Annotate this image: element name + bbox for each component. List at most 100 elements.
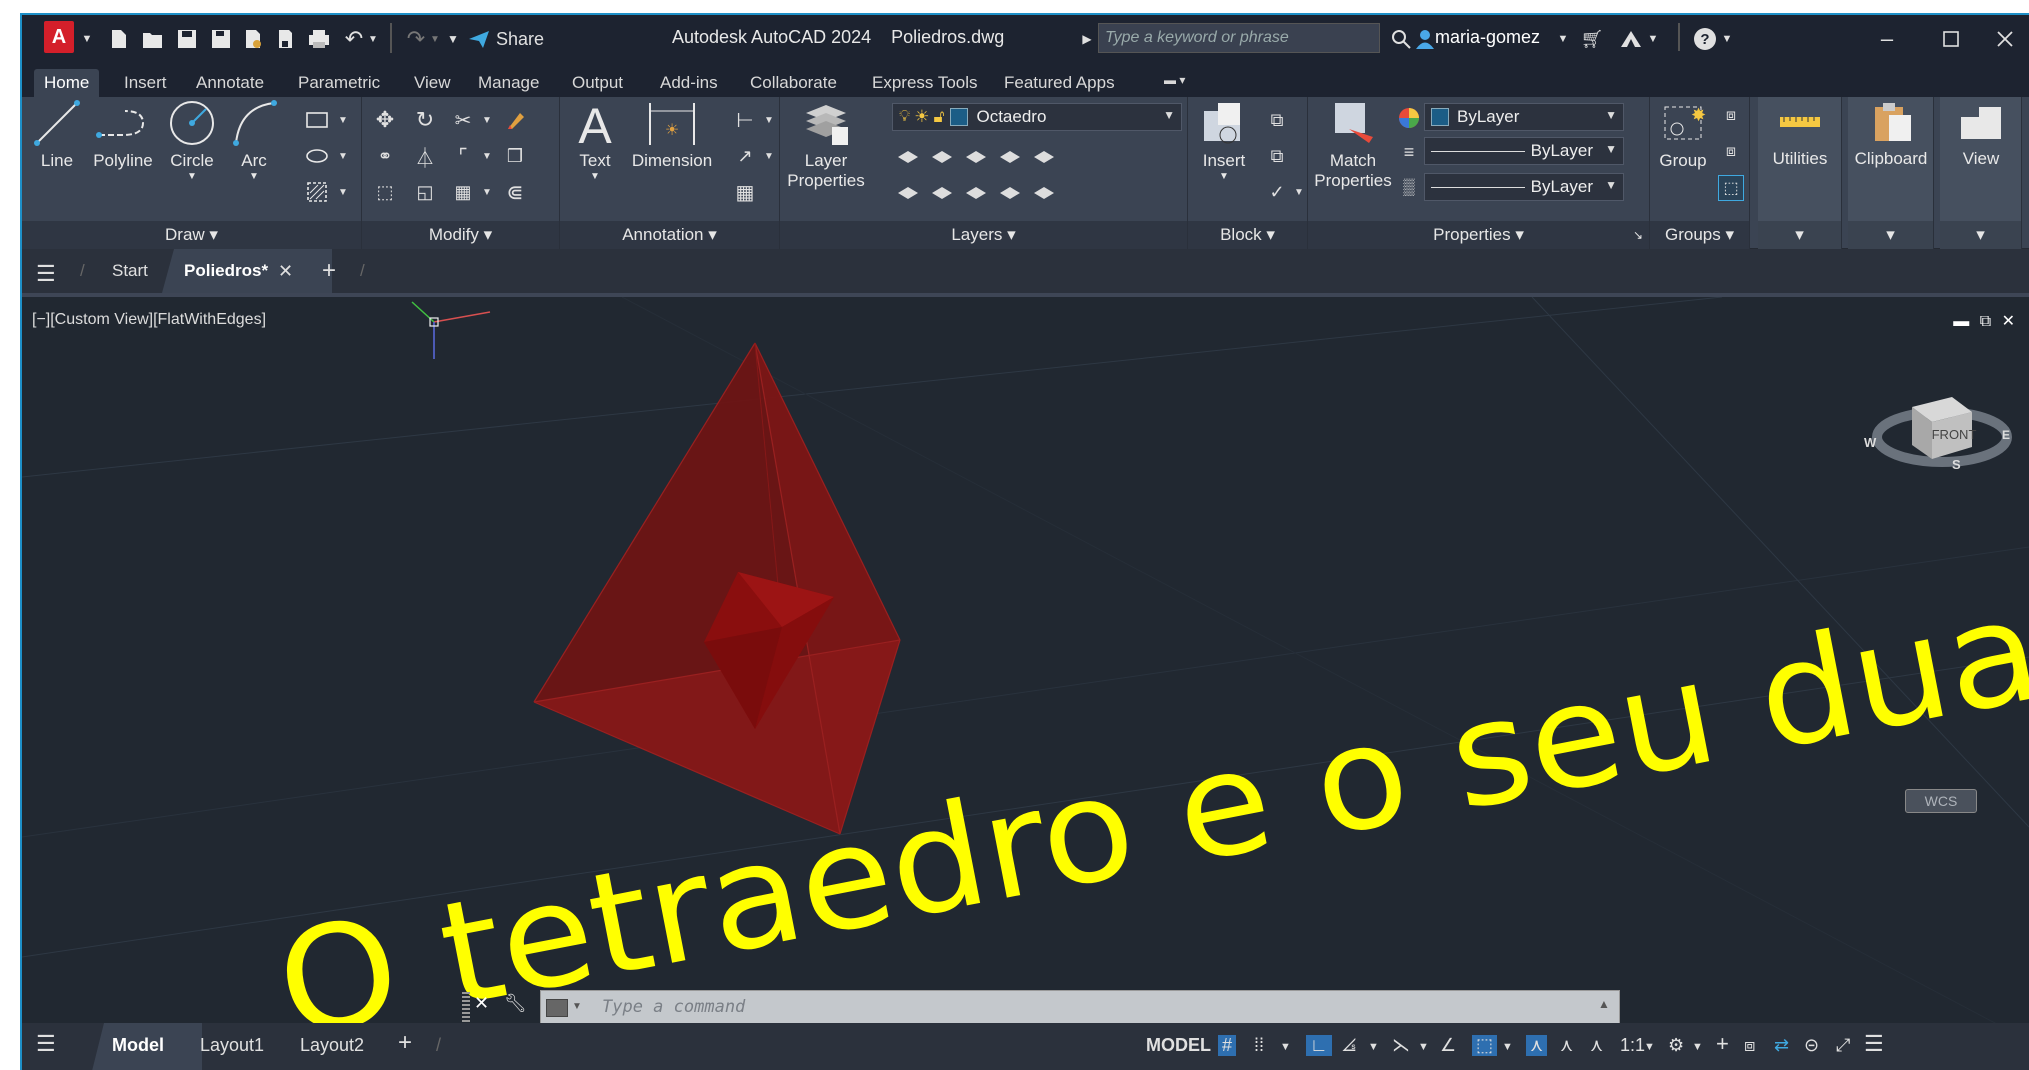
scale-value[interactable]: 1:1 [1620,1035,1645,1056]
polar-icon[interactable]: ⦞ [1342,1035,1356,1056]
layout-tabs-menu-icon[interactable]: ☰ [36,1031,56,1057]
ellipse-chevron-icon[interactable]: ▼ [330,143,356,169]
mirror-icon[interactable]: ⏃ [412,143,438,170]
fullscreen-icon[interactable]: ⤢ [1836,1035,1850,1056]
user-icon[interactable] [1414,23,1436,55]
tab-featured-apps[interactable]: Featured Apps [994,69,1125,97]
grid-icon[interactable]: # [1218,1035,1237,1056]
osnap-chevron-icon[interactable]: ▼ [1502,1041,1513,1053]
viewport-restore-icon[interactable]: ⧉ [1980,313,1991,330]
draw-panel-title[interactable]: Draw ▾ [22,221,361,249]
ribbon-minimize-icon[interactable]: ▬ ▾ [1154,69,1195,97]
model-space-toggle[interactable]: MODEL [1146,1035,1211,1056]
undo-icon[interactable]: ↶ [340,23,368,55]
layer-thaw-icon[interactable] [962,179,988,205]
lock-ui-icon[interactable]: ⊝ [1804,1035,1819,1056]
properties-panel-title[interactable]: Properties ▾ ↘ [1308,221,1649,249]
tab-home[interactable]: Home [34,69,100,97]
command-customize-icon[interactable]: 🔧︎ [504,993,527,1014]
units-icon[interactable]: ⧈ [1744,1035,1755,1056]
block-panel-title[interactable]: Block ▾ [1188,221,1307,249]
insert-button[interactable]: Insert ▼ [1194,99,1254,182]
modify-panel-title[interactable]: Modify ▾ [362,221,559,249]
file-tab-start[interactable]: Start [112,261,148,281]
leader-chevron-icon[interactable]: ▼ [756,143,782,169]
hatch-chevron-icon[interactable]: ▼ [330,179,356,205]
autoscale-icon[interactable]: ⋏ [1560,1035,1573,1056]
array-icon[interactable]: ▦ [450,179,476,205]
ortho-icon[interactable]: ∟ [1306,1035,1332,1056]
layout-tab-model[interactable]: Model [112,1035,164,1056]
autocad-logo-button[interactable]: A [44,21,74,53]
search-expand-icon[interactable]: ▶ [1080,23,1094,55]
layer-on-all-icon[interactable] [894,179,920,205]
workspace-chevron-icon[interactable]: ▼ [1692,1041,1703,1053]
customization-menu-icon[interactable]: ☰ [1864,1031,1884,1057]
file-tab-poliedros[interactable]: Poliedros* [184,261,268,281]
scale-chevron-icon[interactable]: ▼ [1644,1041,1655,1053]
color-dropdown[interactable]: ByLayer ▼ [1424,103,1624,131]
iso-chevron-icon[interactable]: ▼ [1418,1041,1429,1053]
layer-freeze-vp-icon[interactable] [962,143,988,169]
autodesk-account-icon[interactable] [1616,23,1646,55]
match-layer-icon[interactable] [1030,179,1056,205]
plot-icon[interactable] [306,23,332,55]
arc-button[interactable]: Arc ▼ [226,99,282,182]
linear-dim-chevron-icon[interactable]: ▼ [756,107,782,133]
minimize-icon[interactable]: – [1872,23,1902,55]
layer-isolate-icon[interactable] [928,143,954,169]
circle-button[interactable]: Circle ▼ [164,99,220,182]
layer-off-icon[interactable] [894,143,920,169]
fillet-icon[interactable]: ⌜ [450,143,476,169]
wcs-menu-button[interactable]: WCS [1905,789,1977,813]
polyline-button[interactable]: Polyline [88,99,158,171]
erase-icon[interactable] [502,107,528,133]
view-panel[interactable]: View ▾ [1940,97,2022,249]
tab-express-tools[interactable]: Express Tools [862,69,988,97]
clipboard-panel[interactable]: Clipboard ▾ [1848,97,1934,249]
clipboard-chevron-icon[interactable]: ▾ [1848,221,1933,249]
redo-chevron-icon[interactable]: ▼ [428,23,442,55]
file-tabs-menu-icon[interactable]: ☰ [36,261,56,287]
maximize-icon[interactable] [1936,23,1966,55]
tab-annotate[interactable]: Annotate [186,69,274,97]
explode-icon[interactable]: ❒ [502,143,528,169]
recent-commands-chevron-icon[interactable]: ▼ [572,1001,582,1012]
save-icon[interactable] [174,23,200,55]
close-tab-icon[interactable]: ✕ [278,261,293,282]
tab-collaborate[interactable]: Collaborate [740,69,847,97]
tab-add-ins[interactable]: Add-ins [650,69,728,97]
command-prompt-icon[interactable] [546,999,568,1017]
drawing-viewport[interactable]: FRONT W S E O tetraedro e o seu dua [−][… [22,297,2029,1041]
utilities-button[interactable]: Utilities [1762,101,1838,169]
snap-chevron-icon[interactable]: ▼ [1280,1041,1291,1053]
create-block-icon[interactable]: ⧉ [1264,107,1290,133]
utilities-panel[interactable]: Utilities ▾ [1758,97,1842,249]
viewport-minimize-icon[interactable]: ▬ [1953,313,1969,330]
viewport-controls-label[interactable]: [−][Custom View][FlatWithEdges] [32,311,266,329]
command-close-icon[interactable]: ✕ [474,993,489,1014]
iso-draft-icon[interactable]: ⋋ [1392,1035,1410,1056]
offset-icon[interactable]: ⋐ [502,179,528,205]
copy-icon[interactable]: ⚭ [372,143,398,169]
tab-view[interactable]: View [404,69,461,97]
osnap-icon[interactable]: ⬚ [1472,1035,1498,1056]
command-line-grip[interactable] [462,992,470,1022]
group-edit-icon[interactable]: ⧈ [1718,139,1744,165]
layer-unisolate-icon[interactable] [928,179,954,205]
polar-chevron-icon[interactable]: ▼ [1368,1041,1379,1053]
command-input[interactable]: Type a command [602,997,745,1017]
rectangle-icon[interactable] [304,107,330,133]
account-chevron-icon[interactable]: ▼ [1646,23,1660,55]
lineweight-dropdown[interactable]: ByLayer ▼ [1424,173,1624,201]
clipboard-button[interactable]: Clipboard [1850,101,1932,169]
viewport-close-icon[interactable]: ✕ [2002,313,2015,330]
scale-icon[interactable]: ◱ [412,179,438,205]
autodesk-app-store-icon[interactable]: 🛒︎ [1580,23,1604,55]
open-web-icon[interactable] [240,23,266,55]
ellipse-icon[interactable] [304,143,330,169]
username[interactable]: maria-gomez [1435,27,1540,48]
share-button[interactable]: Share [468,23,558,55]
utilities-chevron-icon[interactable]: ▾ [1758,221,1841,249]
edit-block-icon[interactable]: ⧉ [1264,143,1290,169]
